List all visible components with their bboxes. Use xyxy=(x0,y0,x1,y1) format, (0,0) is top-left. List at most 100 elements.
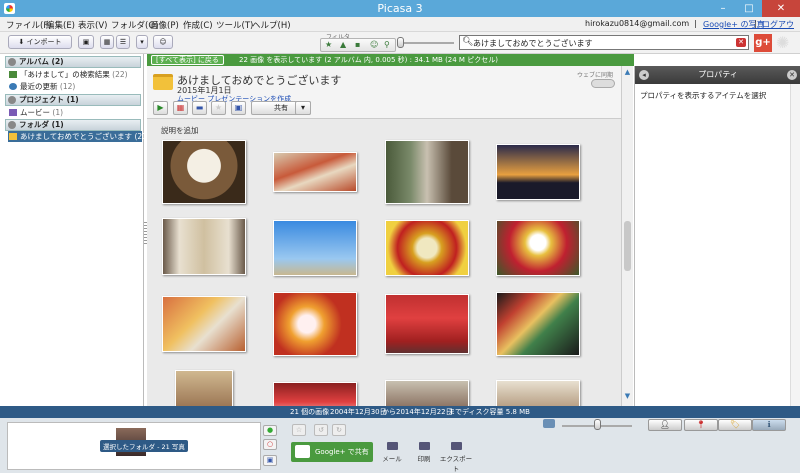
star-selection-button[interactable]: ☆ xyxy=(292,424,306,436)
search-input[interactable]: あけましておめでとうございます xyxy=(473,38,593,49)
clear-search-icon[interactable]: ✕ xyxy=(736,38,746,47)
photo-thumbnail[interactable] xyxy=(273,382,357,406)
rotate-left-icon: ↺ xyxy=(318,426,324,434)
photo-thumbnail[interactable] xyxy=(496,220,580,276)
photo-thumbnail[interactable] xyxy=(273,152,357,192)
collage-button[interactable]: ▦ xyxy=(173,101,188,115)
movie-button[interactable]: ▬ xyxy=(192,101,207,115)
projects-section-header[interactable]: プロジェクト (1) xyxy=(5,94,141,106)
photo-thumbnail[interactable] xyxy=(273,220,357,276)
tag-icon: 🏷︎ xyxy=(729,420,741,429)
clear-icon[interactable]: ○ xyxy=(263,439,277,450)
properties-panel-button[interactable]: ℹ xyxy=(752,419,786,431)
play-icon: ▶ xyxy=(157,103,164,112)
photo-thumbnail[interactable] xyxy=(496,292,580,356)
filter-buttons: ★ ▲ ▪ ☺ ⚲ xyxy=(320,38,396,52)
photo-thumbnail[interactable] xyxy=(175,370,233,406)
album-search-result[interactable]: 「あけまして」の検索結果 (22) xyxy=(8,69,142,80)
photo-thumbnail[interactable] xyxy=(385,380,469,406)
menu-edit[interactable]: 編集(E) xyxy=(46,19,75,31)
email-button[interactable]: メール xyxy=(374,442,410,463)
menu-bar: ファイル(F) 編集(E) 表示(V) フォルダ(O) 画像(P) 作成(C) … xyxy=(0,17,800,40)
scroll-thumb[interactable] xyxy=(624,221,631,271)
import-button[interactable]: ⬇ インポート xyxy=(8,35,72,49)
tags-panel-button[interactable]: 🏷︎ xyxy=(718,419,752,431)
photo-thumbnail[interactable] xyxy=(162,140,246,204)
view-status-bar: [すべて表示] に戻る 22 画像 を表示しています (2 アルバム 内, 0.… xyxy=(147,54,634,66)
photo-thumbnail[interactable] xyxy=(273,292,357,356)
scroll-up-icon[interactable]: ▲ xyxy=(622,68,633,78)
search-box[interactable]: 🔍︎ あけましておめでとうございます ✕ xyxy=(459,35,749,50)
gplus-share-button[interactable]: Google+ で共有 xyxy=(291,442,373,462)
album-icon xyxy=(9,71,17,78)
geotag-filter-icon[interactable]: ⚲ xyxy=(384,40,390,49)
gear-icon[interactable]: ✺ xyxy=(776,33,789,52)
star-button[interactable]: ★ xyxy=(211,101,226,115)
account-email: hirokazu0814@gmail.com xyxy=(585,19,690,28)
map-pin-icon: 📍︎ xyxy=(695,420,707,429)
add-to-album-icon[interactable]: ▣ xyxy=(263,455,277,466)
folders-section-header[interactable]: フォルダ (1) xyxy=(5,119,141,131)
photo-thumbnail[interactable] xyxy=(385,294,469,354)
menu-help[interactable]: ヘルプ(H) xyxy=(252,19,291,31)
places-panel-button[interactable]: 📍︎ xyxy=(684,419,718,431)
project-movie[interactable]: ムービー (1) xyxy=(8,107,142,118)
email-icon xyxy=(386,442,398,450)
print-button[interactable]: 印刷 xyxy=(406,442,442,463)
menu-tools[interactable]: ツール(T) xyxy=(216,19,253,31)
photo-thumbnail[interactable] xyxy=(385,220,469,276)
people-button[interactable]: ☺ xyxy=(153,35,173,49)
export-button[interactable]: エクスポート xyxy=(438,442,474,473)
save-icon: ▣ xyxy=(234,103,243,112)
share-dropdown-button[interactable]: ▾ xyxy=(295,101,311,115)
properties-scrollbar[interactable] xyxy=(790,84,800,406)
close-button[interactable]: ✕ xyxy=(762,0,800,17)
photo-thumbnail[interactable] xyxy=(162,296,246,352)
from-label: から xyxy=(382,408,396,416)
person-icon: ☺ xyxy=(159,38,167,46)
gplus-icon[interactable]: g+ xyxy=(754,34,772,52)
menu-picture[interactable]: 画像(P) xyxy=(150,19,179,31)
people-panel-button[interactable]: 👤︎ xyxy=(648,419,682,431)
photo-thumbnail[interactable] xyxy=(496,144,580,200)
web-sync-toggle[interactable] xyxy=(591,79,615,88)
add-description[interactable]: 説明を追加 xyxy=(161,125,199,136)
movie-filter-icon[interactable]: ▪ xyxy=(355,40,360,49)
scroll-down-icon[interactable]: ▼ xyxy=(622,392,633,402)
panel-back-icon[interactable]: ◂ xyxy=(639,70,649,80)
rotate-right-button[interactable]: ↻ xyxy=(332,424,346,436)
date-from: 2004年12月30日 xyxy=(330,408,387,416)
list-view-button[interactable]: ☰ xyxy=(116,35,130,49)
add-to-album-button[interactable]: ▣ xyxy=(78,35,94,49)
properties-panel: ◂ プロパティ ✕ プロパティを表示するアイテムを選択 xyxy=(634,66,800,406)
disk-usage: までディスク容量 5.8 MB xyxy=(448,408,530,416)
rotate-left-button[interactable]: ↺ xyxy=(314,424,328,436)
collage-icon: ▦ xyxy=(176,103,185,112)
filter-slider-knob[interactable] xyxy=(397,37,404,48)
photo-thumbnail[interactable] xyxy=(162,218,246,275)
menu-view[interactable]: 表示(V) xyxy=(78,19,107,31)
properties-title: プロパティ xyxy=(698,70,738,79)
photo-thumbnail[interactable] xyxy=(385,140,469,204)
album-recent-updates[interactable]: 最近の更新 (12) xyxy=(8,81,142,92)
vertical-scrollbar[interactable]: ▲ ▼ xyxy=(621,66,633,406)
save-button[interactable]: ▣ xyxy=(231,101,246,115)
panel-close-icon[interactable]: ✕ xyxy=(787,70,797,80)
thumbnail-view-button[interactable]: ▦ xyxy=(100,35,114,49)
view-dropdown-button[interactable]: ▾ xyxy=(136,35,148,49)
face-filter-icon[interactable]: ☺ xyxy=(370,40,378,49)
menu-create[interactable]: 作成(C) xyxy=(183,19,213,31)
play-slideshow-button[interactable]: ▶ xyxy=(153,101,168,115)
albums-section-header[interactable]: アルバム (2) xyxy=(5,56,141,68)
menu-file[interactable]: ファイル(F) xyxy=(6,19,52,31)
back-to-all-button[interactable]: [すべて表示] に戻る xyxy=(151,55,224,65)
upload-filter-icon[interactable]: ▲ xyxy=(340,40,346,49)
window-title: Picasa 3 xyxy=(377,2,423,15)
photo-thumbnail[interactable] xyxy=(496,380,580,406)
hold-icon[interactable]: ● xyxy=(263,425,277,436)
star-filter-icon[interactable]: ★ xyxy=(325,40,332,49)
maximize-button[interactable]: □ xyxy=(736,0,762,17)
minimize-button[interactable]: – xyxy=(710,0,736,17)
zoom-slider-knob[interactable] xyxy=(594,419,601,430)
folder-akemashite[interactable]: あけましておめでとうございます (21) xyxy=(8,131,150,142)
